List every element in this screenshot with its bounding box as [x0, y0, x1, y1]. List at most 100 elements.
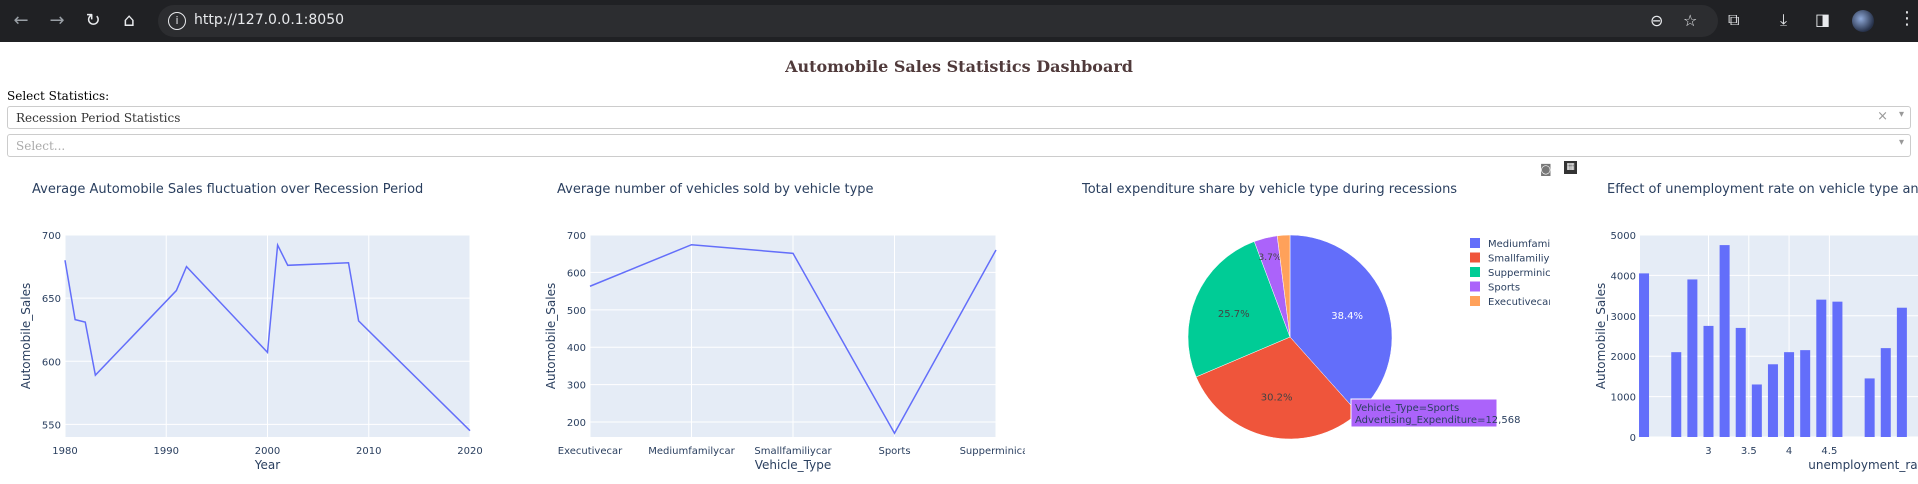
line-chart-yearly[interactable]: Average Automobile Sales fluctuation ove… [0, 170, 500, 480]
x-tick-label: 4 [1786, 446, 1792, 457]
pie-chart-expenditure[interactable]: Total expenditure share by vehicle type … [1050, 170, 1550, 480]
y-tick-label: 700 [42, 231, 61, 242]
x-tick-label: Smallfamiliycar [754, 446, 832, 457]
dropdown-selected-value: Recession Period Statistics [16, 111, 181, 125]
slice-label: 38.4% [1331, 311, 1363, 322]
y-tick-label: 3000 [1611, 312, 1636, 323]
y-tick-label: 300 [567, 381, 586, 392]
legend-item: Executivecar [1488, 297, 1550, 308]
plot-area [1640, 235, 1918, 437]
chart-title: Average Automobile Sales fluctuation ove… [32, 182, 423, 197]
x-tick-label: 2010 [356, 446, 381, 457]
line-chart-vehicle-type[interactable]: Average number of vehicles sold by vehic… [525, 170, 1025, 480]
x-tick-label: 2000 [255, 446, 280, 457]
bar [1767, 364, 1778, 437]
slice-label: 30.2% [1261, 393, 1293, 404]
y-axis-label: Automobile_Sales [19, 283, 33, 390]
home-icon[interactable]: ⌂ [116, 9, 142, 33]
tooltip-line: Vehicle_Type=Sports [1355, 403, 1459, 414]
legend-swatch [1470, 267, 1480, 277]
reload-icon[interactable]: ↻ [80, 9, 106, 33]
y-tick-label: 5000 [1611, 231, 1636, 242]
bar [1671, 352, 1682, 437]
x-tick-label: 1990 [154, 446, 179, 457]
y-axis-label: Automobile_Sales [544, 283, 558, 390]
y-tick-label: 200 [567, 418, 586, 429]
bar [1703, 325, 1714, 437]
y-axis-label: Automobile_Sales [1594, 283, 1608, 390]
legend-swatch [1470, 238, 1480, 248]
bar [1800, 350, 1811, 437]
download-icon[interactable]: ⤓ [1780, 10, 1787, 30]
y-tick-label: 650 [42, 294, 61, 305]
y-tick-label: 2000 [1611, 352, 1636, 363]
x-axis-label: Vehicle_Type [755, 458, 831, 472]
tooltip-line: Advertising_Expenditure=12,568 [1355, 415, 1520, 426]
legend-item: Mediumfamilycar [1488, 239, 1550, 250]
extensions-icon[interactable]: ⧉ [1728, 10, 1739, 30]
chart-title: Average number of vehicles sold by vehic… [557, 182, 874, 197]
x-tick-label: 3 [1705, 446, 1711, 457]
legend-item: Smallfamiliycar [1488, 254, 1550, 265]
chevron-down-icon[interactable]: ▾ [1899, 109, 1904, 120]
x-axis-label: unemployment_rate [1808, 458, 1918, 472]
bar [1735, 327, 1746, 437]
url-text[interactable]: http://127.0.0.1:8050 [194, 12, 344, 28]
x-tick-label: Executivecar [558, 446, 623, 457]
x-tick-label: 3.5 [1741, 446, 1757, 457]
bar [1639, 273, 1650, 437]
slice-label: 25.7% [1218, 309, 1250, 320]
x-tick-label: Mediumfamilycar [648, 446, 735, 457]
select-statistics-label: Select Statistics: [7, 89, 110, 103]
y-tick-label: 600 [42, 357, 61, 368]
x-tick-label: Sports [878, 446, 910, 457]
x-axis-label: Year [254, 458, 280, 472]
y-tick-label: 1000 [1611, 393, 1636, 404]
clear-icon[interactable]: × [1877, 109, 1888, 124]
y-tick-label: 0 [1630, 433, 1636, 444]
bar [1687, 279, 1698, 437]
bar [1816, 299, 1827, 437]
x-tick-label: Supperminicar [960, 446, 1025, 457]
chart-title: Total expenditure share by vehicle type … [1081, 182, 1457, 197]
x-tick-label: 2020 [457, 446, 482, 457]
y-tick-label: 400 [567, 343, 586, 354]
legend-swatch [1470, 252, 1480, 263]
bar [1751, 384, 1762, 437]
legend-swatch [1470, 296, 1480, 306]
legend-item: Supperminicar [1488, 268, 1550, 279]
zoom-icon[interactable]: ⊖ [1650, 11, 1663, 30]
side-panel-icon[interactable]: ◨ [1815, 10, 1830, 29]
x-tick-label: 4.5 [1821, 446, 1837, 457]
page-title: Automobile Sales Statistics Dashboard [785, 57, 1133, 76]
slice-label: 3.7% [1259, 253, 1282, 263]
year-dropdown[interactable]: Select... ▾ [7, 134, 1911, 157]
y-tick-label: 4000 [1611, 271, 1636, 282]
bar [1880, 348, 1891, 437]
legend-item: Sports [1488, 283, 1520, 294]
menu-icon[interactable]: ⋮ [1898, 8, 1916, 29]
site-info-icon[interactable]: i [168, 12, 186, 30]
x-tick-label: 1980 [52, 446, 77, 457]
chart-title: Effect of unemployment rate on vehicle t… [1607, 182, 1918, 197]
bookmark-star-icon[interactable]: ☆ [1683, 11, 1697, 30]
bar [1864, 378, 1875, 437]
legend-swatch [1470, 281, 1480, 292]
address-bar[interactable]: i http://127.0.0.1:8050 ⊖ ☆ [158, 5, 1718, 37]
forward-icon[interactable]: → [44, 9, 70, 33]
bar [1784, 352, 1795, 437]
profile-avatar[interactable] [1852, 10, 1874, 32]
bar [1719, 245, 1730, 437]
bar-chart-unemployment[interactable]: Effect of unemployment rate on vehicle t… [1575, 170, 1918, 480]
y-tick-label: 500 [567, 306, 586, 317]
statistics-dropdown[interactable]: Recession Period Statistics × ▾ [7, 106, 1911, 129]
chevron-down-icon[interactable]: ▾ [1899, 137, 1904, 148]
bar [1896, 307, 1907, 437]
y-tick-label: 600 [567, 268, 586, 279]
browser-toolbar: ← → ↻ ⌂ i http://127.0.0.1:8050 ⊖ ☆ ⧉ ⤓ … [0, 0, 1918, 42]
y-tick-label: 550 [42, 420, 61, 431]
back-icon[interactable]: ← [8, 9, 34, 33]
bar [1832, 301, 1843, 437]
dropdown-placeholder: Select... [16, 139, 66, 153]
y-tick-label: 700 [567, 231, 586, 242]
